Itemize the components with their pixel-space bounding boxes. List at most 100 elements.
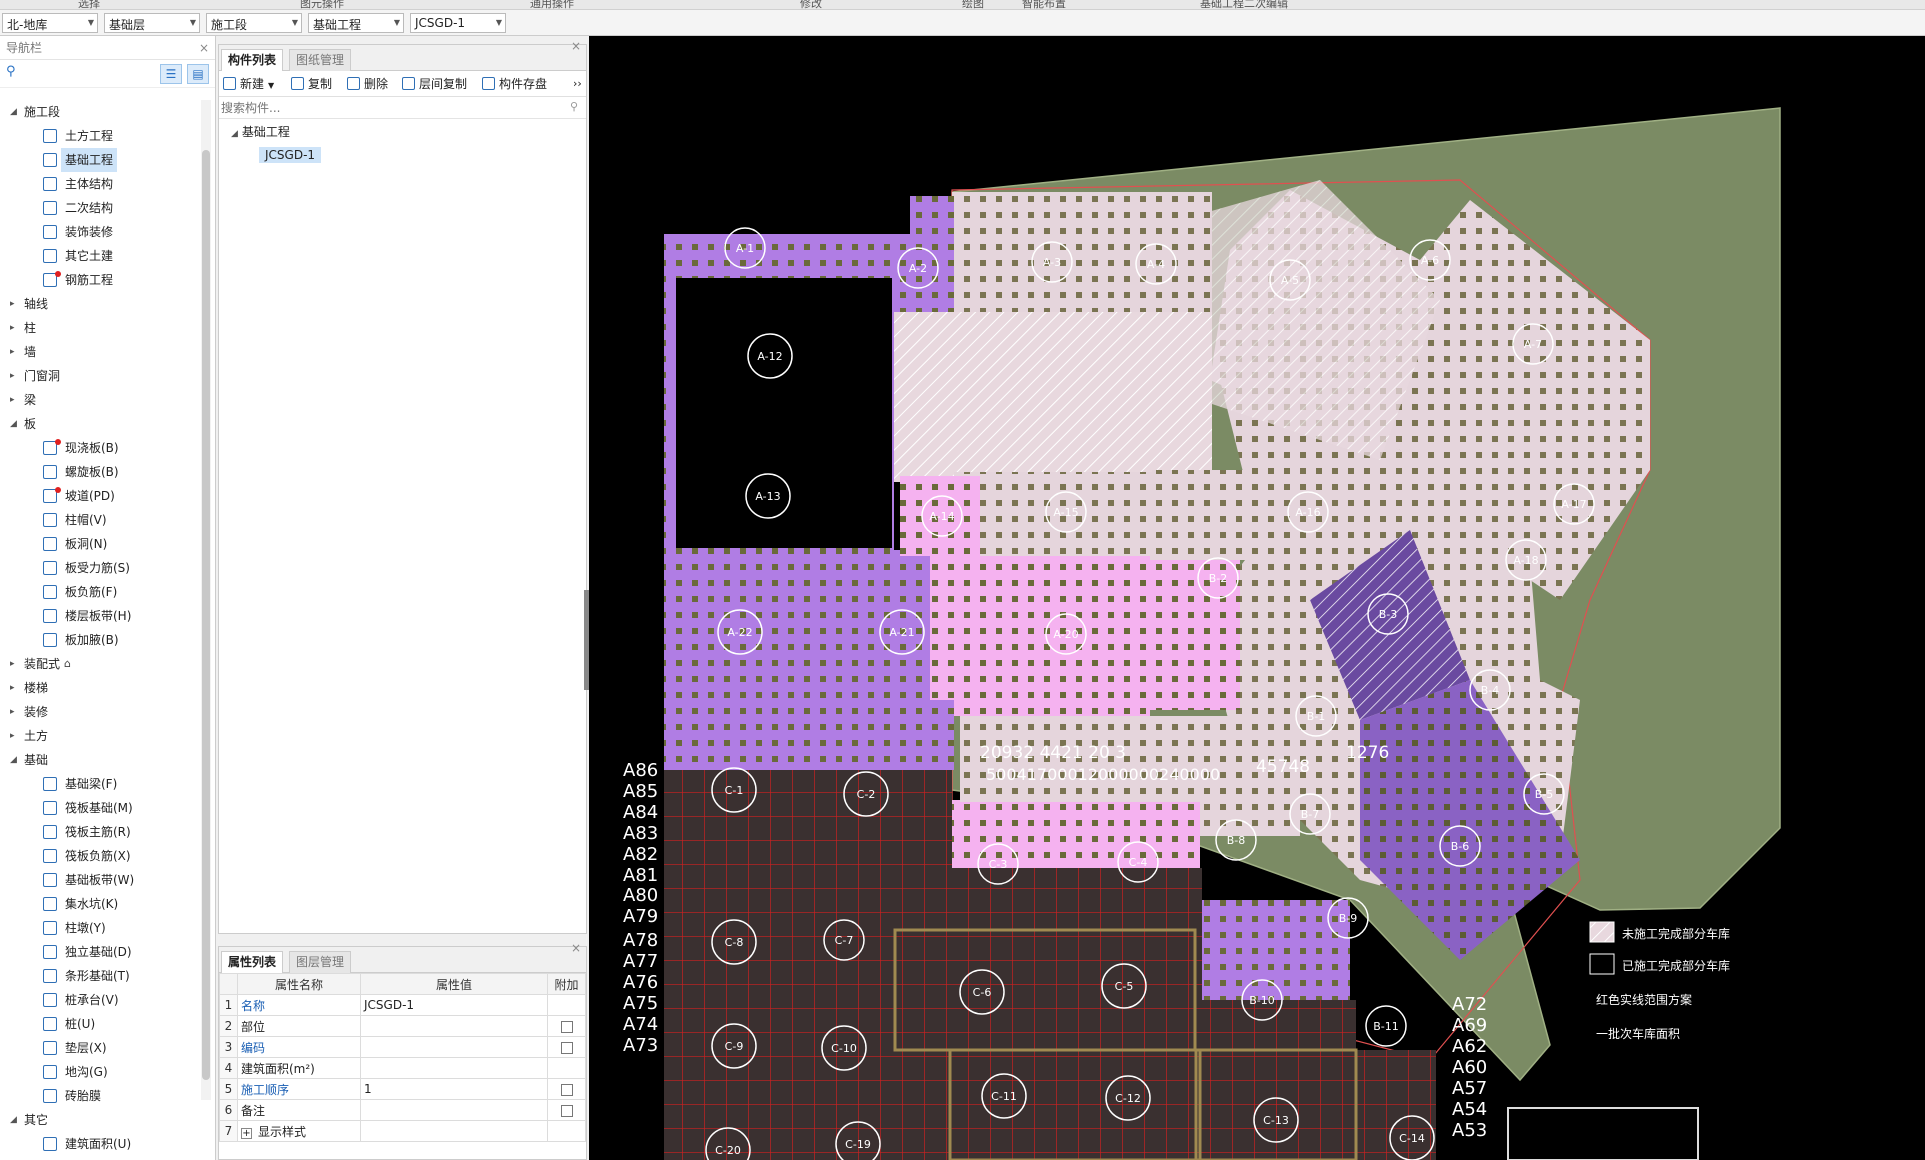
tab-component-list[interactable]: 构件列表 [221,49,284,71]
expand-icon[interactable]: ▸ [10,724,15,748]
nav-tree-item[interactable]: 板洞(N) [0,532,200,556]
ribbon-label[interactable]: 通用操作 [530,0,574,9]
nav-tree-item[interactable]: ▸ 楼梯 [0,676,200,700]
close-icon[interactable]: × [571,39,581,53]
nav-tree-item[interactable]: 地沟(G) [0,1060,200,1084]
save-component-button[interactable]: 构件存盘 [482,75,547,93]
expand-icon[interactable]: ▸ [10,652,15,676]
nav-tree-item[interactable]: 主体结构 [0,172,200,196]
nav-tree-item[interactable]: 坡道(PD) [0,484,200,508]
nav-tree-item[interactable]: ▸ 装修 [0,700,200,724]
tab-drawing-manage[interactable]: 图纸管理 [289,49,352,71]
nav-tree-item[interactable]: 柱帽(V) [0,508,200,532]
nav-tree-item[interactable]: ▸ 轴线 [0,292,200,316]
nav-tree-item[interactable]: ▸ 土方 [0,724,200,748]
expand-icon[interactable]: ▸ [10,388,15,412]
nav-tree-item[interactable]: ▸ 装配式 ⌂ [0,652,200,676]
collapse-icon[interactable]: ◢ [10,1108,17,1132]
nav-tree-item[interactable]: 螺旋板(B) [0,460,200,484]
nav-tree-item[interactable]: 柱墩(Y) [0,916,200,940]
nav-tree-item[interactable]: 二次结构 [0,196,200,220]
property-value[interactable] [360,1099,548,1121]
component-select[interactable]: JCSGD-1 ▼ [410,13,506,33]
nav-tree-item[interactable]: 基础梁(F) [0,772,200,796]
list-view-icon[interactable]: ☰ [160,64,182,84]
expand-icon[interactable]: ▸ [10,364,15,388]
checkbox[interactable] [560,1041,573,1054]
nav-tree-item[interactable]: 现浇板(B) [0,436,200,460]
nav-tree-item[interactable]: 砖胎膜 [0,1084,200,1108]
nav-tree-item[interactable]: 筏板主筋(R) [0,820,200,844]
nav-tree-item[interactable]: 土方工程 [0,124,200,148]
property-value[interactable]: 1 [360,1078,548,1100]
ribbon-label[interactable]: 基础工程二次编辑 [1200,0,1288,9]
expand-icon[interactable]: ▸ [10,316,15,340]
stage-select[interactable]: 施工段 ▼ [206,13,302,33]
property-row[interactable]: 7 + 显示样式 [219,1120,586,1142]
nav-tree-item[interactable]: ◢ 基础 [0,748,200,772]
tab-property-list[interactable]: 属性列表 [221,951,284,973]
nav-tree-item[interactable]: 基础板带(W) [0,868,200,892]
expand-icon[interactable]: ▸ [10,292,15,316]
copy-button[interactable]: 复制 [291,75,332,93]
nav-tree-item[interactable]: 基础工程 [0,148,200,172]
property-value[interactable] [360,1120,548,1142]
nav-tree-item[interactable]: 板加腋(B) [0,628,200,652]
detail-view-icon[interactable]: ▤ [187,64,209,84]
property-row[interactable]: 3 编码 [219,1036,586,1058]
nav-scroll-thumb[interactable] [202,150,210,1080]
tab-layer-manage[interactable]: 图层管理 [289,951,352,973]
nav-tree-item[interactable]: ▸ 梁 [0,388,200,412]
nav-tree-item[interactable]: 垫层(X) [0,1036,200,1060]
nav-tree-item[interactable]: ▸ 门窗洞 [0,364,200,388]
expand-icon[interactable]: ▸ [10,340,15,364]
tree-item-selected[interactable]: JCSGD-1 [259,147,322,163]
engineering-select[interactable]: 基础工程 ▼ [308,13,404,33]
checkbox[interactable] [560,1020,573,1033]
more-button[interactable]: ›› [573,75,582,93]
nav-tree-item[interactable]: 条形基础(T) [0,964,200,988]
collapse-icon[interactable]: ◢ [10,748,17,772]
search-input[interactable] [221,98,561,117]
collapse-icon[interactable]: ◢ [231,129,238,139]
checkbox[interactable] [560,1104,573,1117]
ribbon-label[interactable]: 选择 [78,0,100,9]
nav-tree-item[interactable]: 板负筋(F) [0,580,200,604]
floor-copy-button[interactable]: 层间复制 [402,75,467,93]
floor-group-select[interactable]: 北-地库 ▼ [2,13,98,33]
property-row[interactable]: 2 部位 [219,1015,586,1037]
property-row[interactable]: 4 建筑面积(m²) [219,1057,586,1079]
nav-tree-item[interactable]: ◢ 板 [0,412,200,436]
new-button[interactable]: 新建 ▼ [223,75,274,93]
close-icon[interactable]: × [199,36,209,60]
search-icon[interactable]: ⚲ [570,100,578,113]
nav-tree-item[interactable]: 装饰装修 [0,220,200,244]
nav-tree-item[interactable]: 建筑面积(U) [0,1132,200,1156]
nav-tree-item[interactable]: 筏板负筋(X) [0,844,200,868]
nav-tree-item[interactable]: 其它土建 [0,244,200,268]
nav-tree-item[interactable]: ▸ 墙 [0,340,200,364]
property-value[interactable]: JCSGD-1 [360,994,548,1016]
nav-tree-item[interactable]: ▸ 柱 [0,316,200,340]
ribbon-label[interactable]: 图元操作 [300,0,344,9]
nav-tree-item[interactable]: 集水坑(K) [0,892,200,916]
nav-tree-item[interactable]: 桩(U) [0,1012,200,1036]
nav-tree-item[interactable]: 板受力筋(S) [0,556,200,580]
property-value[interactable] [360,1036,548,1058]
property-row[interactable]: 6 备注 [219,1099,586,1121]
nav-tree-item[interactable]: ◢ 其它 [0,1108,200,1132]
nav-tree-item[interactable]: ◢ 施工段 [0,100,200,124]
close-icon[interactable]: × [571,941,581,955]
nav-tree-item[interactable]: 楼层板带(H) [0,604,200,628]
ribbon-label[interactable]: 智能布置 [1022,0,1066,9]
ribbon-label[interactable]: 绘图 [962,0,984,9]
ribbon-label[interactable]: 修改 [800,0,822,9]
property-row[interactable]: 1 名称 JCSGD-1 [219,994,586,1016]
collapse-icon[interactable]: ◢ [10,100,17,124]
nav-tree-item[interactable]: 钢筋工程 [0,268,200,292]
property-value[interactable] [360,1015,548,1037]
property-value[interactable] [360,1057,548,1079]
nav-tree-item[interactable]: 筏板基础(M) [0,796,200,820]
expand-icon[interactable]: ▸ [10,676,15,700]
checkbox[interactable] [560,1083,573,1096]
